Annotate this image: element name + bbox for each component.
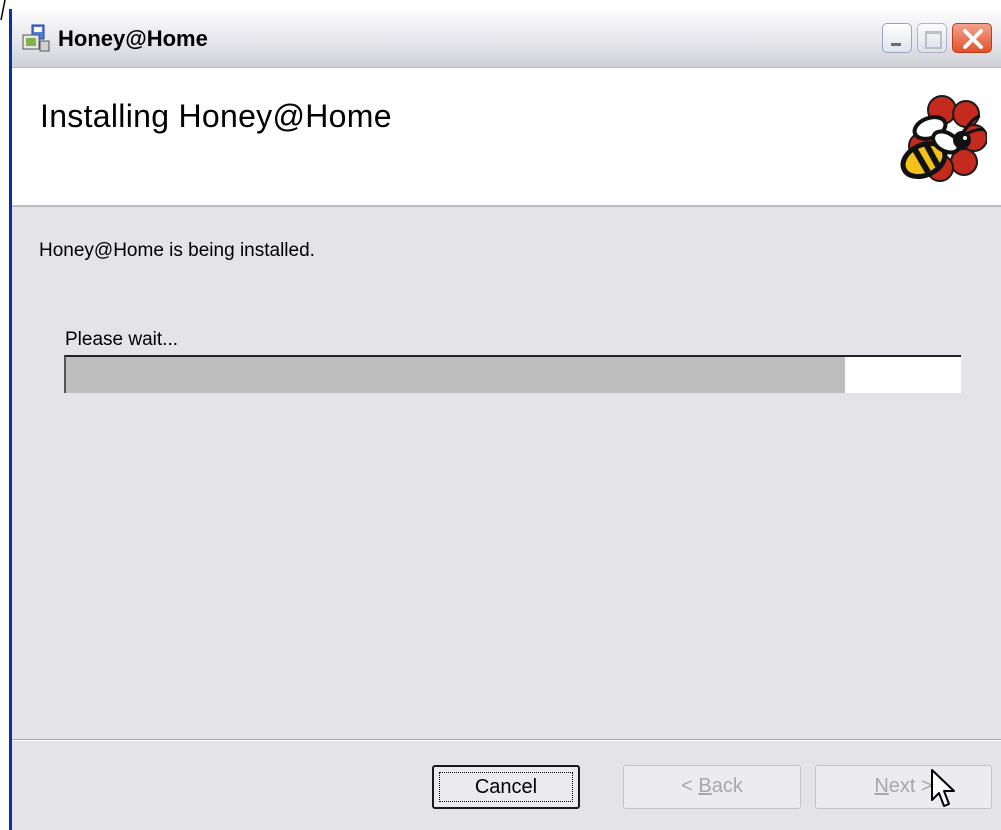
cancel-button[interactable]: Cancel (432, 765, 580, 809)
progress-fill (66, 357, 845, 393)
installer-window: Honey@Home Installing Honey@Home Honey@H… (9, 9, 1001, 830)
maximize-button (917, 23, 947, 53)
cancel-focus-ring: Cancel (439, 772, 573, 802)
close-button[interactable] (952, 23, 992, 53)
back-mnemonic: B (698, 775, 712, 797)
window-title: Honey@Home (58, 26, 208, 51)
header-banner: Installing Honey@Home (12, 68, 1001, 207)
cancel-label: Cancel (474, 776, 538, 798)
installer-app-icon (22, 24, 50, 52)
title-bar[interactable]: Honey@Home (12, 9, 1001, 68)
install-progress-bar (64, 355, 961, 393)
next-button[interactable]: Next > (815, 765, 992, 809)
please-wait-label: Please wait... (65, 329, 178, 350)
footer-divider (12, 739, 1001, 741)
next-label-rest: ext > (888, 775, 933, 797)
next-mnemonic: N (874, 775, 889, 797)
close-icon (963, 29, 983, 49)
mouse-cursor-icon (931, 769, 955, 807)
back-label-rest: ack (711, 775, 743, 797)
bee-logo-icon (900, 95, 987, 182)
banner-title: Installing Honey@Home (40, 98, 392, 134)
back-button[interactable]: < Back (623, 765, 801, 809)
minimize-button[interactable] (882, 23, 912, 53)
back-prefix: < (681, 775, 699, 797)
screen-edge-mark (0, 0, 6, 21)
install-status-text: Honey@Home is being installed. (39, 240, 315, 261)
